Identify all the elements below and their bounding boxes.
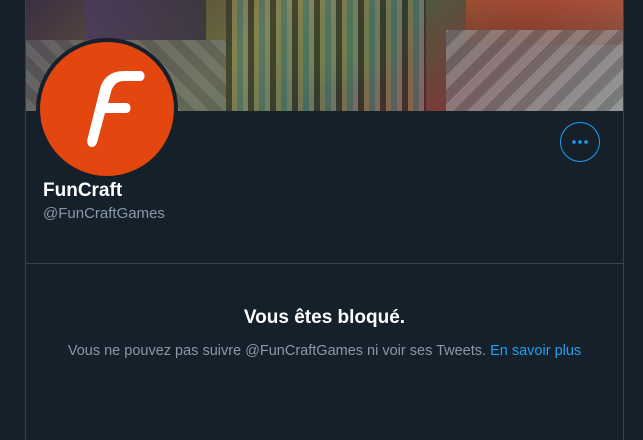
avatar[interactable] [36,38,178,180]
learn-more-link[interactable]: En savoir plus [490,343,581,359]
profile-name: FunCraft [43,180,123,201]
profile-handle: @FunCraftGames [43,205,165,222]
more-options-button[interactable] [560,122,600,162]
blocked-description-text: Vous ne pouvez pas suivre @FunCraftGames… [67,343,487,359]
funcraft-logo-icon [87,71,145,147]
blocked-description: Vous ne pouvez pas suivre @FunCraftGames… [26,343,623,359]
more-horizontal-icon [572,140,588,144]
blocked-title: Vous êtes bloqué. [243,307,406,328]
section-divider [26,263,623,264]
avatar-logo [40,42,174,176]
